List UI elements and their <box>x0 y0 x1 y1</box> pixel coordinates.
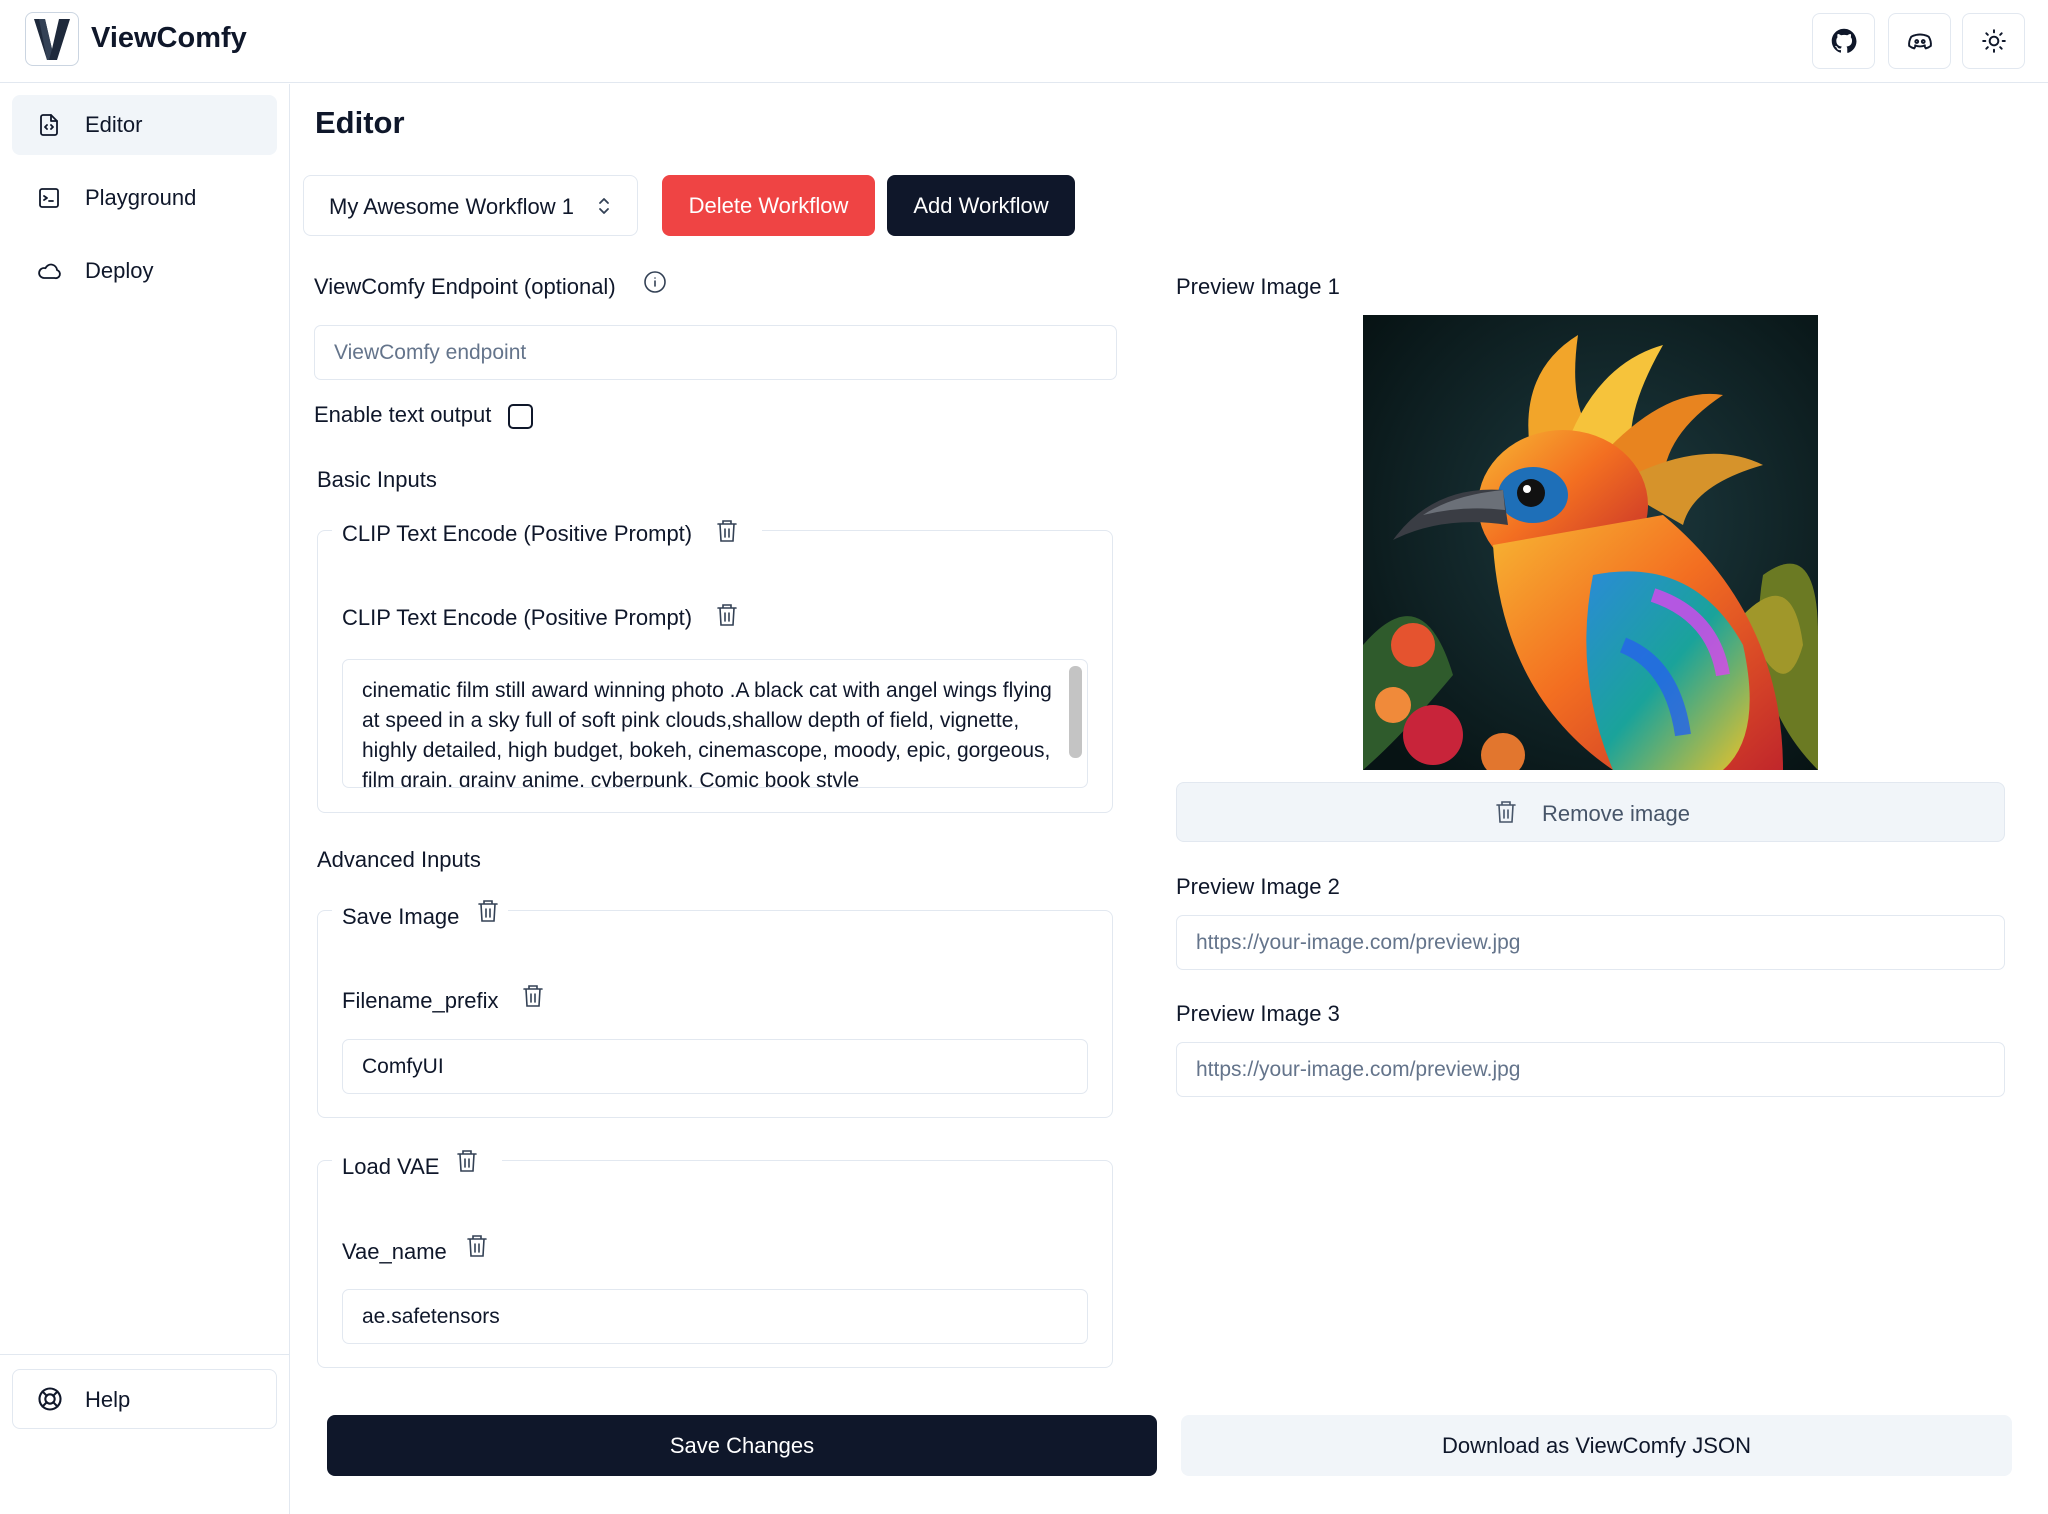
theme-toggle-button[interactable] <box>1962 13 2025 69</box>
clip-field-label: CLIP Text Encode (Positive Prompt) <box>342 605 693 630</box>
page-title: Editor <box>315 105 405 140</box>
bird-image <box>1363 315 1818 770</box>
trash-icon <box>1494 799 1518 830</box>
filename-prefix-input[interactable]: ComfyUI <box>342 1039 1088 1094</box>
viewcomfy-logo[interactable] <box>25 12 79 66</box>
preview-image-2-label: Preview Image 2 <box>1176 874 1340 899</box>
help-label: Help <box>85 1387 131 1412</box>
github-icon <box>1831 28 1856 53</box>
endpoint-input[interactable]: ViewComfy endpoint <box>314 325 1117 380</box>
preview-image-3-label: Preview Image 3 <box>1176 1001 1340 1026</box>
clip-group-title: CLIP Text Encode (Positive Prompt) <box>342 521 693 546</box>
save-changes-button[interactable]: Save Changes <box>327 1415 1157 1476</box>
help-button[interactable]: Help <box>12 1369 277 1429</box>
workflow-select[interactable]: My Awesome Workflow 1 <box>303 175 638 236</box>
trash-icon[interactable] <box>476 898 500 924</box>
advanced-inputs-heading: Advanced Inputs <box>317 847 481 872</box>
sidebar: Editor Playground Deploy <box>0 84 290 1514</box>
save-image-title: Save Image <box>342 904 460 929</box>
sidebar-item-deploy[interactable]: Deploy <box>12 241 277 301</box>
endpoint-label: ViewComfy Endpoint (optional) <box>314 274 616 299</box>
clip-prompt-text: cinematic film still award winning photo… <box>362 679 1052 788</box>
sidebar-item-label: Playground <box>85 185 197 210</box>
trash-icon[interactable] <box>715 602 739 628</box>
vae-name-input[interactable]: ae.safetensors <box>342 1289 1088 1344</box>
preview-image-1 <box>1363 315 1818 770</box>
remove-image-label: Remove image <box>1542 801 1690 826</box>
preview-image-1-label: Preview Image 1 <box>1176 274 1340 299</box>
trash-icon[interactable] <box>521 983 545 1009</box>
workflow-select-value: My Awesome Workflow 1 <box>329 194 574 219</box>
app-title: ViewComfy <box>91 22 247 54</box>
trash-icon[interactable] <box>465 1233 489 1259</box>
github-button[interactable] <box>1812 13 1875 69</box>
discord-button[interactable] <box>1888 13 1951 69</box>
enable-text-output-checkbox[interactable] <box>508 404 533 429</box>
file-code-icon <box>35 111 63 139</box>
delete-workflow-button[interactable]: Delete Workflow <box>662 175 875 236</box>
textarea-scrollbar[interactable] <box>1069 666 1082 758</box>
sidebar-item-playground[interactable]: Playground <box>12 168 277 228</box>
cloud-icon <box>35 257 63 285</box>
load-vae-title: Load VAE <box>342 1154 440 1179</box>
preview-image-3-input[interactable]: https://your-image.com/preview.jpg <box>1176 1042 2005 1097</box>
download-json-button[interactable]: Download as ViewComfy JSON <box>1181 1415 2012 1476</box>
enable-text-output-label: Enable text output <box>314 402 492 427</box>
sun-icon <box>1981 29 2006 53</box>
preview-image-2-input[interactable]: https://your-image.com/preview.jpg <box>1176 915 2005 970</box>
trash-icon[interactable] <box>715 518 739 544</box>
top-header: ViewComfy <box>0 0 2048 83</box>
sidebar-divider <box>0 1354 290 1355</box>
vae-name-label: Vae_name <box>342 1239 447 1264</box>
sidebar-item-label: Deploy <box>85 258 154 283</box>
info-icon[interactable] <box>643 270 667 299</box>
add-workflow-button[interactable]: Add Workflow <box>887 175 1075 236</box>
sidebar-item-label: Editor <box>85 112 143 137</box>
logo-v-icon <box>34 19 70 60</box>
chevrons-up-down-icon <box>594 194 614 223</box>
filename-prefix-label: Filename_prefix <box>342 988 499 1013</box>
trash-icon[interactable] <box>455 1148 479 1174</box>
remove-image-button[interactable]: Remove image <box>1176 782 2005 842</box>
sidebar-item-editor[interactable]: Editor <box>12 95 277 155</box>
discord-icon <box>1907 33 1932 50</box>
terminal-square-icon <box>35 184 63 212</box>
lifebuoy-icon <box>36 1385 64 1418</box>
clip-prompt-textarea[interactable]: cinematic film still award winning photo… <box>342 659 1088 788</box>
basic-inputs-heading: Basic Inputs <box>317 467 437 492</box>
